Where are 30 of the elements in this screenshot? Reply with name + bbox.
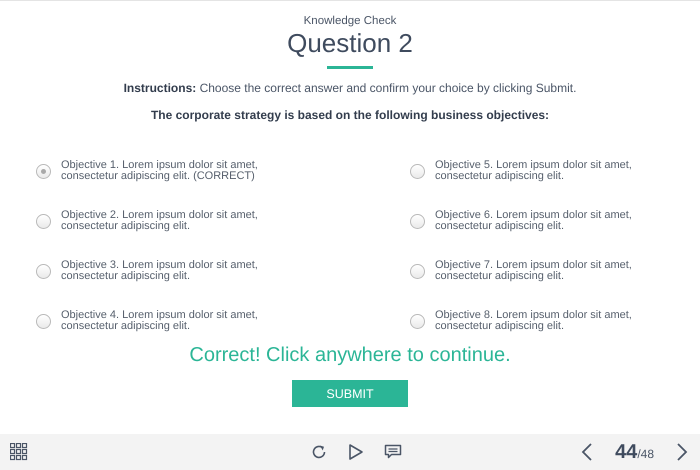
radio-button[interactable]: [36, 314, 51, 328]
submit-button[interactable]: SUBMIT: [292, 380, 408, 407]
option-text: Objective 1. Lorem ipsum dolor sit amet, consectetur adipiscing elit. (CORRECT): [61, 160, 259, 182]
option-text: Objective 7. Lorem ipsum dolor sit amet, consectetur adipiscing elit.: [435, 260, 633, 282]
previous-icon[interactable]: [581, 442, 594, 462]
radio-button[interactable]: [36, 264, 51, 278]
play-icon[interactable]: [348, 443, 364, 461]
radio-button[interactable]: [410, 314, 425, 328]
radio-button[interactable]: [36, 214, 51, 228]
replay-icon[interactable]: [310, 443, 328, 461]
feedback-message: Correct! Click anywhere to continue.: [189, 344, 511, 367]
instructions-text: Instructions: Choose the correct answer and confirm your choice by clicking Submit.: [124, 81, 576, 95]
option-text: Objective 3. Lorem ipsum dolor sit amet, consectetur adipiscing elit.: [61, 260, 259, 282]
radio-button[interactable]: [410, 214, 425, 228]
option-text: Objective 5. Lorem ipsum dolor sit amet, consectetur adipiscing elit.: [435, 160, 633, 182]
radio-button[interactable]: [410, 264, 425, 278]
page-total: /48: [637, 446, 654, 460]
comment-icon[interactable]: [384, 444, 402, 460]
option-text: Objective 6. Lorem ipsum dolor sit amet, consectetur adipiscing elit.: [435, 210, 633, 232]
option-text: Objective 2. Lorem ipsum dolor sit amet, consectetur adipiscing elit.: [61, 210, 259, 232]
option-text: Objective 8. Lorem ipsum dolor sit amet, consectetur adipiscing elit.: [435, 310, 633, 332]
question-title: Question 2: [287, 28, 413, 59]
grid-menu-icon[interactable]: [10, 443, 28, 461]
page-number: 44: [615, 440, 638, 464]
radio-button[interactable]: [36, 164, 51, 178]
question-text: The corporate strategy is based on the following business objectives:: [150, 108, 550, 122]
option-text: Objective 4. Lorem ipsum dolor sit amet, consectetur adipiscing elit.: [61, 310, 259, 332]
quiz-subtitle: Knowledge Check: [304, 15, 396, 27]
radio-button[interactable]: [410, 164, 425, 178]
next-icon[interactable]: [676, 442, 688, 462]
